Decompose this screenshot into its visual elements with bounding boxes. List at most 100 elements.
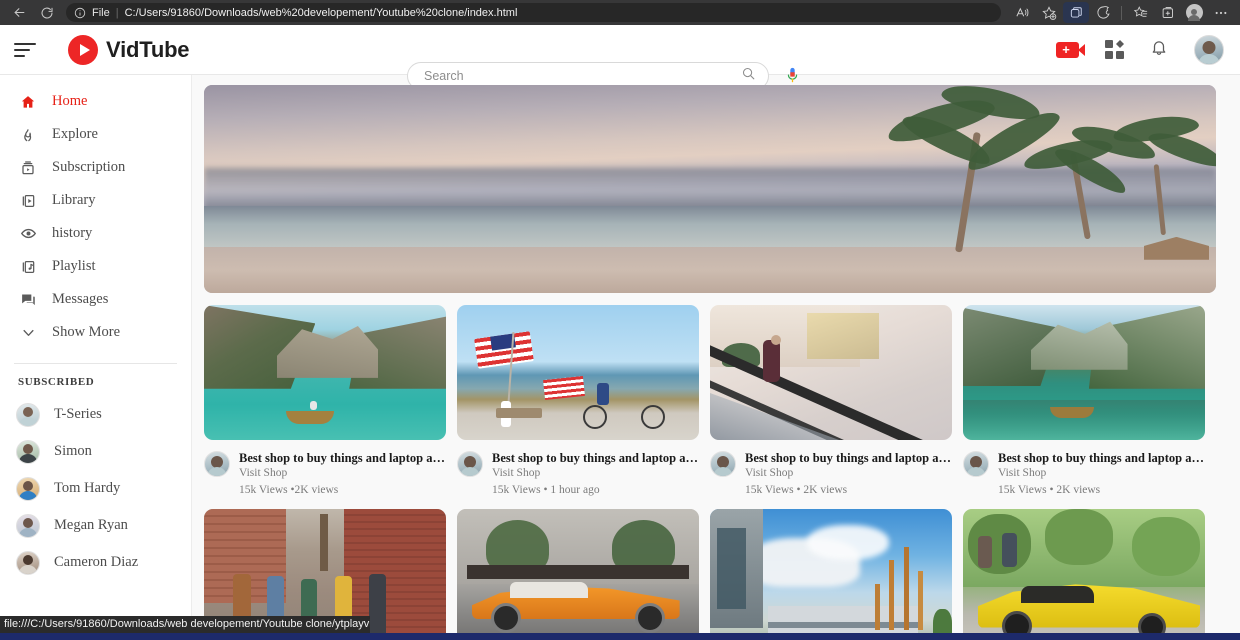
video-card[interactable]: Best shop to buy things and laptop as we… — [963, 305, 1205, 498]
video-channel[interactable]: Visit Shop — [239, 466, 446, 481]
subscription-label: Tom Hardy — [54, 480, 120, 497]
subscription-icon — [18, 160, 38, 176]
add-to-favorites-icon[interactable] — [1036, 2, 1062, 23]
sidebar-item-label: history — [52, 225, 92, 242]
avatar — [16, 440, 40, 464]
video-thumbnail-orange-sports-car[interactable] — [457, 509, 699, 640]
video-stats: 15k Views • 1 hour ago — [492, 483, 699, 498]
settings-more-icon[interactable] — [1208, 2, 1234, 23]
sidebar-item-home[interactable]: Home — [0, 85, 191, 118]
video-card[interactable]: Best shop to buy things and laptop as we… — [204, 305, 446, 498]
browser-toolbar: File | C:/Users/91860/Downloads/web%20de… — [0, 0, 1240, 25]
video-card[interactable] — [963, 509, 1205, 640]
hamburger-menu-icon[interactable] — [14, 37, 40, 63]
subscription-tom-hardy[interactable]: Tom Hardy — [0, 470, 191, 507]
channel-avatar[interactable] — [457, 451, 483, 477]
back-arrow-icon[interactable] — [6, 2, 32, 23]
subscribed-heading: SUBSCRIBED — [0, 376, 191, 388]
video-channel[interactable]: Visit Shop — [998, 466, 1205, 481]
subscription-tseries[interactable]: T-Series — [0, 396, 191, 433]
sidebar-item-history[interactable]: history — [0, 217, 191, 250]
subscription-label: Megan Ryan — [54, 517, 128, 534]
browser-actions — [1009, 2, 1234, 23]
video-title[interactable]: Best shop to buy things and laptop as we… — [998, 451, 1205, 465]
video-thumbnail-alpine-lake-forest[interactable] — [963, 305, 1205, 440]
sidebar-item-messages[interactable]: Messages — [0, 283, 191, 316]
subscription-megan-ryan[interactable]: Megan Ryan — [0, 507, 191, 544]
channel-avatar[interactable] — [204, 451, 230, 477]
video-stats: 15k Views • 2K views — [998, 483, 1205, 498]
video-thumbnail-american-flag-beach-cyclist[interactable] — [457, 305, 699, 440]
video-title[interactable]: Best shop to buy things and laptop as we… — [745, 451, 952, 465]
subscription-simon[interactable]: Simon — [0, 433, 191, 470]
apps-grid-icon[interactable] — [1105, 40, 1124, 59]
favorites-icon[interactable] — [1127, 2, 1153, 23]
video-thumbnail-yellow-sports-car[interactable] — [963, 509, 1205, 640]
sidebar-item-label: Messages — [52, 291, 108, 308]
video-title[interactable]: Best shop to buy things and laptop as we… — [239, 451, 446, 465]
search-icon[interactable] — [741, 66, 756, 86]
sidebar: Home Explore Subscription Library — [0, 75, 192, 640]
video-meta: Best shop to buy things and laptop as we… — [710, 451, 952, 498]
video-meta: Best shop to buy things and laptop as we… — [963, 451, 1205, 498]
play-logo-icon — [68, 35, 98, 65]
read-aloud-icon[interactable] — [1009, 2, 1035, 23]
notifications-bell-icon[interactable] — [1150, 38, 1168, 62]
sidebar-item-label: Playlist — [52, 258, 96, 275]
browser-essentials-icon[interactable] — [1090, 2, 1116, 23]
video-stats: 15k Views • 2K views — [745, 483, 952, 498]
address-bar[interactable]: File | C:/Users/91860/Downloads/web%20de… — [66, 3, 1001, 22]
sidebar-item-label: Library — [52, 192, 95, 209]
sidebar-item-library[interactable]: Library — [0, 184, 191, 217]
account-avatar[interactable] — [1194, 35, 1224, 65]
search-input[interactable] — [424, 69, 741, 83]
playlist-icon — [18, 259, 38, 275]
beach-palm-banner[interactable] — [204, 85, 1216, 293]
history-eye-icon — [18, 225, 38, 242]
video-thumbnail-lake-mountains-boat[interactable] — [204, 305, 446, 440]
address-separator: | — [116, 7, 119, 19]
info-icon[interactable] — [74, 7, 86, 19]
address-url-text[interactable]: C:/Users/91860/Downloads/web%20developem… — [125, 7, 993, 19]
explore-flame-icon — [18, 127, 38, 143]
avatar — [16, 551, 40, 575]
brand-logo-group[interactable]: VidTube — [68, 35, 189, 65]
video-thumbnail-mall-escalator-shopper[interactable] — [710, 305, 952, 440]
avatar — [16, 477, 40, 501]
address-scheme-label: File — [92, 7, 110, 19]
status-bar-link: file:///C:/Users/91860/Downloads/web dev… — [0, 616, 370, 633]
video-card[interactable]: Best shop to buy things and laptop as we… — [457, 305, 699, 498]
reload-icon[interactable] — [34, 2, 60, 23]
subscription-label: Cameron Diaz — [54, 554, 138, 571]
avatar — [16, 514, 40, 538]
video-channel[interactable]: Visit Shop — [745, 466, 952, 481]
subscription-cameron-diaz[interactable]: Cameron Diaz — [0, 544, 191, 581]
subscription-label: T-Series — [54, 406, 102, 423]
channel-avatar[interactable] — [710, 451, 736, 477]
brand-name: VidTube — [106, 37, 189, 63]
main-content: Best shop to buy things and laptop as we… — [192, 75, 1240, 640]
video-card[interactable] — [710, 509, 952, 640]
video-meta: Best shop to buy things and laptop as we… — [204, 451, 446, 498]
video-card[interactable] — [457, 509, 699, 640]
sidebar-item-show-more[interactable]: Show More — [0, 316, 191, 349]
chevron-down-icon — [18, 325, 38, 340]
video-stats: 15k Views •2K views — [239, 483, 446, 498]
channel-avatar[interactable] — [963, 451, 989, 477]
sidebar-item-playlist[interactable]: Playlist — [0, 250, 191, 283]
video-title[interactable]: Best shop to buy things and laptop as we… — [492, 451, 699, 465]
avatar — [16, 403, 40, 427]
collections-icon[interactable] — [1154, 2, 1180, 23]
video-thumbnail-modern-building-sky[interactable] — [710, 509, 952, 640]
sidebar-item-label: Explore — [52, 126, 98, 143]
video-meta: Best shop to buy things and laptop as we… — [457, 451, 699, 498]
video-channel[interactable]: Visit Shop — [492, 466, 699, 481]
library-icon — [18, 193, 38, 209]
sidebar-item-explore[interactable]: Explore — [0, 118, 191, 151]
create-video-icon[interactable]: + — [1056, 42, 1079, 58]
split-screen-icon[interactable] — [1063, 2, 1089, 23]
video-card[interactable]: Best shop to buy things and laptop as we… — [710, 305, 952, 498]
app-header: VidTube + — [0, 25, 1240, 75]
sidebar-item-subscription[interactable]: Subscription — [0, 151, 191, 184]
profile-icon[interactable] — [1181, 2, 1207, 23]
